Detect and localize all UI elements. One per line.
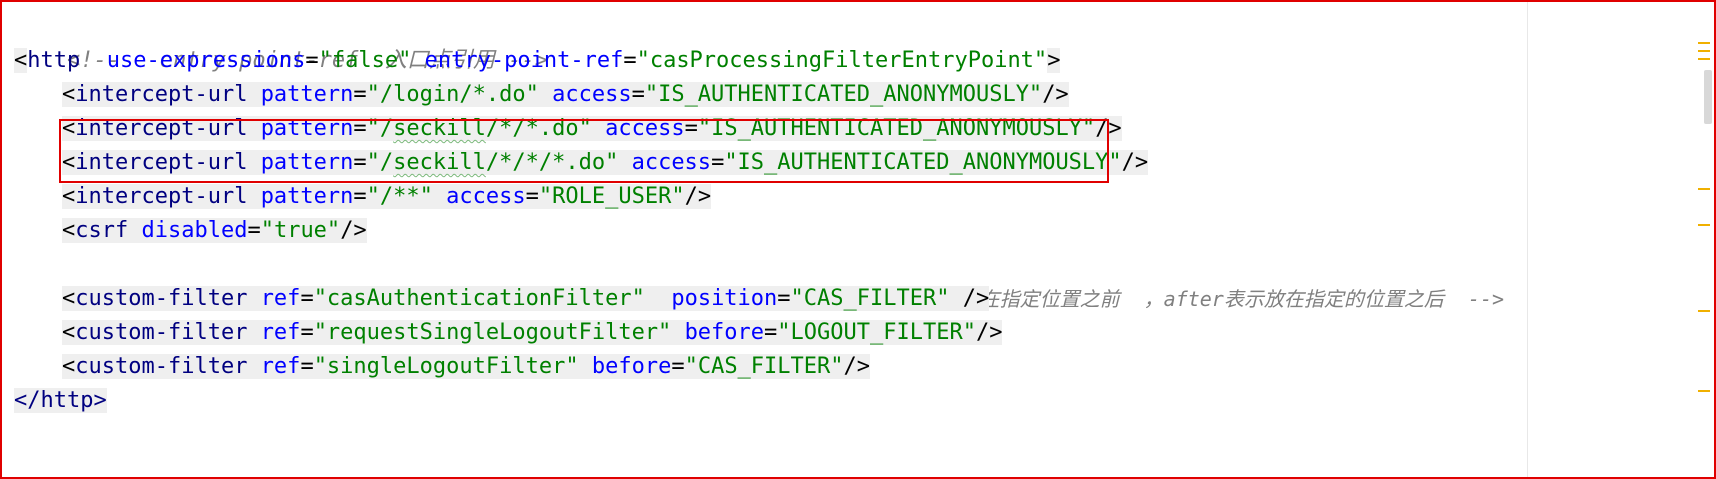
open-bracket: < <box>14 48 28 73</box>
attr-value: "false" <box>318 48 412 73</box>
tag-name: custom-filter <box>75 320 248 345</box>
attr-value: "requestSingleLogoutFilter" <box>313 320 672 345</box>
attr-name: disabled <box>141 218 248 243</box>
warning-marker[interactable] <box>1698 310 1710 312</box>
close-bracket: /> <box>1095 116 1122 141</box>
warning-marker[interactable] <box>1698 58 1710 60</box>
attr-name: pattern <box>260 82 354 107</box>
attr-value: "singleLogoutFilter" <box>313 354 579 379</box>
attr-name: pattern <box>260 116 354 141</box>
tag-name: intercept-url <box>75 184 248 209</box>
scroll-thumb[interactable] <box>1704 70 1712 124</box>
attr-value: "casAuthenticationFilter" <box>313 286 645 311</box>
tag-name: intercept-url <box>75 150 248 175</box>
code-line-custom-filter[interactable]: <custom-filter ref="singleLogoutFilter" … <box>62 350 871 384</box>
attr-name: access <box>605 116 685 141</box>
attr-value: "CAS_FILTER" <box>790 286 950 311</box>
code-line-custom-filter[interactable]: <custom-filter ref="casAuthenticationFil… <box>62 282 990 316</box>
code-line-custom-filter[interactable]: <custom-filter ref="requestSingleLogoutF… <box>62 316 1003 350</box>
code-line-comment[interactable]: <!-- entry-point-ref 入口点引用 --> <box>14 10 548 73</box>
close-bracket: /> <box>684 184 712 209</box>
close-bracket: /> <box>340 218 367 243</box>
attr-name: position <box>671 286 778 311</box>
spellcheck-word[interactable]: seckill <box>393 150 486 175</box>
right-margin-guide <box>1527 2 1528 477</box>
attr-value: "IS_AUTHENTICATED_ANONYMOUSLY" <box>724 150 1122 175</box>
code-line-csrf[interactable]: <csrf disabled="true"/> <box>62 214 367 248</box>
code-line-intercept-url-all[interactable]: <intercept-url pattern="/**" access="ROL… <box>62 180 712 214</box>
warning-marker[interactable] <box>1698 390 1710 392</box>
close-bracket: /> <box>962 286 990 311</box>
attr-name: before <box>591 354 672 379</box>
attr-value: "/login/*.do" <box>366 82 539 107</box>
attr-value: "IS_AUTHENTICATED_ANONYMOUSLY" <box>697 116 1096 141</box>
attr-name: access <box>631 150 712 175</box>
spellcheck-word[interactable]: seckill <box>393 116 486 141</box>
tag-name: intercept-url <box>75 82 248 107</box>
tag-name: custom-filter <box>75 354 248 379</box>
close-bracket: /> <box>1121 150 1149 175</box>
code-editor[interactable]: <!-- entry-point-ref 入口点引用 --> <http use… <box>0 0 1716 479</box>
tag-name: http <box>27 48 81 73</box>
attr-value: "true" <box>260 218 341 243</box>
code-line-intercept-url-seckill-nested[interactable]: <intercept-url pattern="/seckill/*/*/*.d… <box>62 146 1149 180</box>
error-stripe-gutter[interactable] <box>1692 2 1714 477</box>
warning-marker[interactable] <box>1698 224 1710 226</box>
attr-value: "casProcessingFilterEntryPoint" <box>636 48 1048 73</box>
warning-marker[interactable] <box>1698 188 1710 190</box>
attr-name: entry-point-ref <box>424 48 624 73</box>
close-bracket: /> <box>843 354 871 379</box>
closing-tag: </http> <box>14 388 107 413</box>
close-bracket: > <box>1047 48 1061 73</box>
attr-value: "ROLE_USER" <box>538 184 685 209</box>
close-bracket: /> <box>975 320 1003 345</box>
tag-name: csrf <box>75 218 129 243</box>
attr-name: access <box>552 82 632 107</box>
code-line-http-close[interactable]: </http> <box>14 384 107 418</box>
code-line-comment-custom-filter[interactable]: <!-- custom-filter为过滤器， position 表示将过滤器放… <box>62 248 1504 311</box>
tag-name: intercept-url <box>75 116 248 141</box>
tag-name: custom-filter <box>75 286 248 311</box>
warning-marker[interactable] <box>1698 42 1710 44</box>
attr-value: "/**" <box>366 184 433 209</box>
attr-value: "LOGOUT_FILTER" <box>777 320 976 345</box>
attr-value: "/seckill/*/*.do" <box>366 116 592 141</box>
code-line-intercept-url-seckill[interactable]: <intercept-url pattern="/seckill/*/*.do"… <box>62 112 1122 146</box>
attr-name: pattern <box>260 150 354 175</box>
close-bracket: /> <box>1042 82 1069 107</box>
attr-name: ref <box>260 354 301 379</box>
attr-name: use-expressions <box>106 48 306 73</box>
attr-name: before <box>684 320 765 345</box>
attr-name: ref <box>260 286 301 311</box>
attr-name: ref <box>260 320 301 345</box>
warning-marker[interactable] <box>1698 50 1710 52</box>
attr-name: pattern <box>260 184 354 209</box>
attr-value: "/seckill/*/*/*.do" <box>366 150 619 175</box>
code-line-http-open[interactable]: <http use-expressions="false" entry-poin… <box>14 44 1061 78</box>
attr-value: "CAS_FILTER" <box>684 354 844 379</box>
attr-value: "IS_AUTHENTICATED_ANONYMOUSLY" <box>644 82 1043 107</box>
attr-name: access <box>446 184 526 209</box>
code-line-intercept-url[interactable]: <intercept-url pattern="/login/*.do" acc… <box>62 78 1069 112</box>
